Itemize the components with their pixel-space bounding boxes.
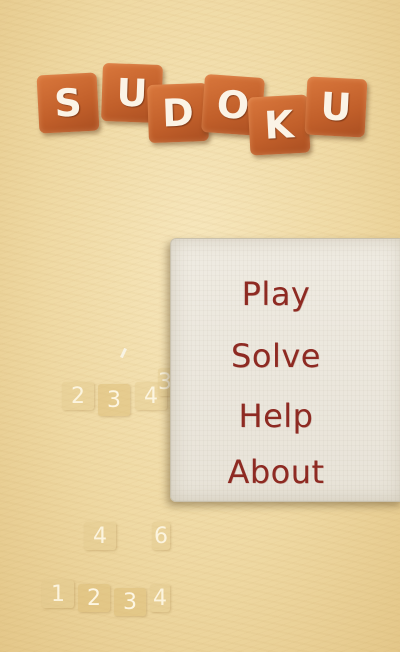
board-cell: 1 — [42, 580, 74, 608]
board-cell: 3 — [114, 588, 146, 616]
board-cell: 2 — [62, 382, 94, 410]
board-cell: 4 — [84, 522, 116, 550]
menu-help[interactable]: Help — [171, 397, 381, 435]
title-tile-k: K — [247, 94, 311, 156]
title-tile-d: D — [147, 82, 209, 144]
board-cell: 3 — [98, 384, 130, 416]
main-menu: Play Solve Help About — [170, 238, 400, 502]
menu-play[interactable]: Play — [171, 275, 381, 313]
board-cell: 2 — [78, 584, 110, 612]
board-cell: 4 — [150, 584, 170, 612]
title-logo: S U D O K U — [0, 0, 400, 160]
menu-about[interactable]: About — [171, 453, 381, 491]
title-tile-s: S — [36, 72, 100, 134]
title-tile-u2: U — [304, 76, 368, 138]
menu-solve[interactable]: Solve — [171, 337, 381, 375]
board-cell: 6 — [152, 522, 170, 550]
